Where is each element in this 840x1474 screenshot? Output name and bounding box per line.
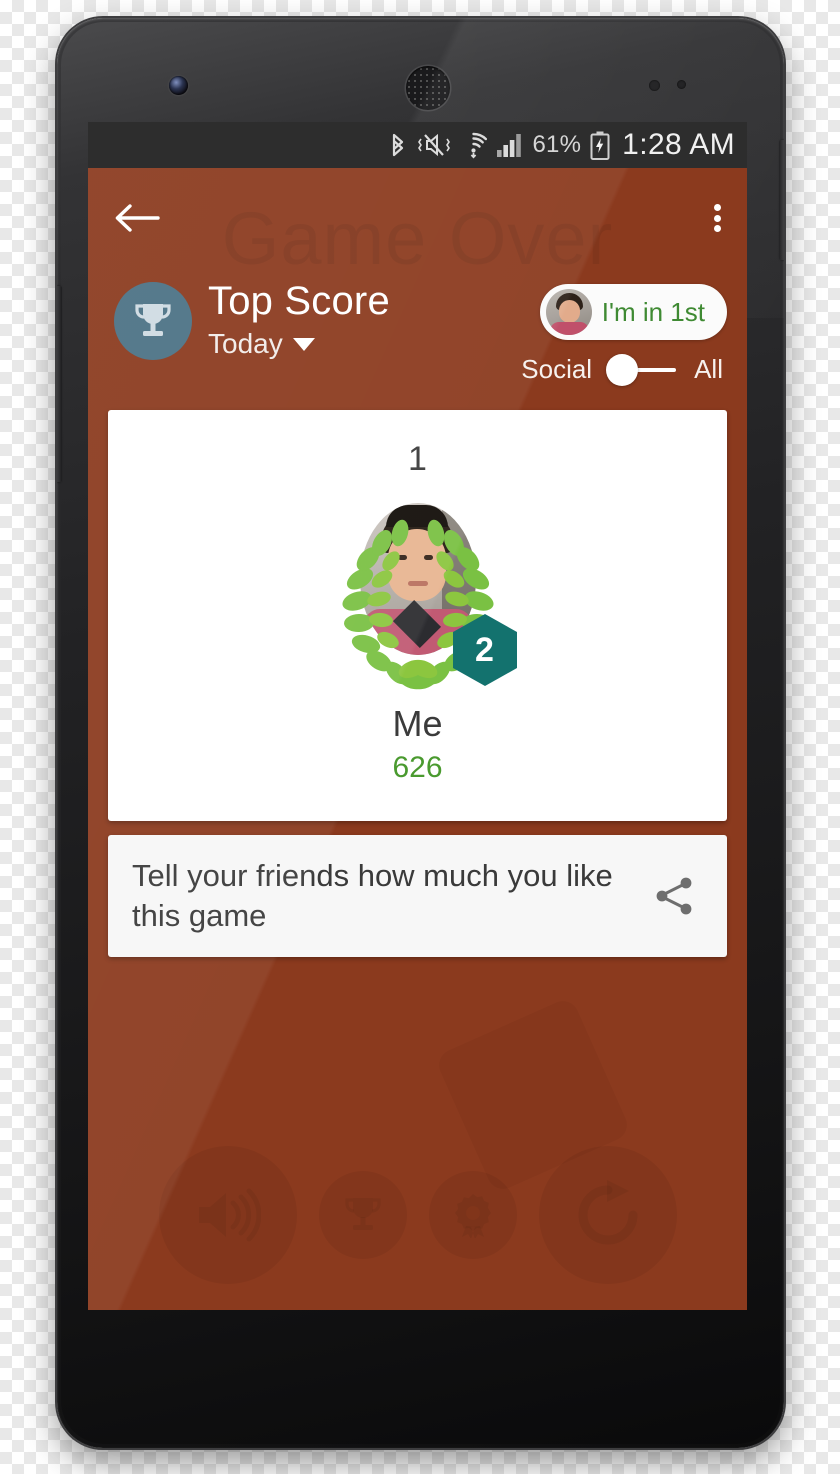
battery-percent-label: 61% xyxy=(532,131,582,158)
phone-device: 61% 1:28 AM Game Over Top Score Today I'… xyxy=(57,18,784,1448)
header-right: I'm in 1st Social All xyxy=(521,278,727,386)
trophy-badge xyxy=(114,282,192,360)
share-card-text: Tell your friends how much you like this… xyxy=(132,857,613,933)
achievements-button[interactable] xyxy=(428,1171,517,1259)
wifi-icon xyxy=(471,132,488,159)
menu-dot xyxy=(714,204,721,211)
replay-button[interactable] xyxy=(538,1146,677,1284)
volume-rocker-button[interactable] xyxy=(57,286,62,482)
scope-toggle-switch[interactable] xyxy=(606,353,680,386)
share-icon[interactable] xyxy=(651,873,697,919)
volume-up-icon xyxy=(198,1188,261,1242)
my-rank-label: I'm in 1st xyxy=(601,296,705,327)
light-sensor-icon xyxy=(677,80,686,89)
leader-avatar-wrap: 2 xyxy=(313,503,523,693)
cellular-signal-icon xyxy=(497,133,522,157)
leaderboard-button[interactable] xyxy=(318,1171,407,1259)
overflow-menu-icon[interactable] xyxy=(714,201,721,236)
level-badge-number: 2 xyxy=(475,630,494,669)
my-rank-pill[interactable]: I'm in 1st xyxy=(539,284,727,340)
power-button[interactable] xyxy=(779,140,784,260)
front-camera-icon xyxy=(169,76,188,95)
earpiece-speaker-icon xyxy=(406,66,450,110)
scope-label-all: All xyxy=(694,354,723,384)
leader-rank: 1 xyxy=(408,440,427,478)
status-bar: 61% 1:28 AM xyxy=(88,122,747,168)
replay-icon xyxy=(578,1180,637,1245)
chevron-down-icon xyxy=(292,337,315,351)
header-titles: Top Score Today xyxy=(208,278,390,360)
status-clock: 1:28 AM xyxy=(622,128,735,161)
medal-icon xyxy=(454,1194,491,1238)
app-content: Game Over Top Score Today I'm in 1st Soc… xyxy=(88,168,747,1310)
trophy-icon xyxy=(135,304,171,336)
page-title: Top Score xyxy=(208,279,390,323)
toolbar xyxy=(88,168,747,268)
level-badge: 2 xyxy=(451,613,519,687)
toggle-knob[interactable] xyxy=(606,353,639,386)
avatar xyxy=(545,289,592,335)
sound-button[interactable] xyxy=(158,1146,297,1284)
menu-dot xyxy=(714,214,721,222)
proximity-sensor-icon xyxy=(649,80,660,91)
scope-label-social: Social xyxy=(521,354,593,384)
menu-dot xyxy=(714,225,721,232)
volume-mute-vibrate-icon xyxy=(418,133,451,157)
battery-charging-icon xyxy=(590,131,610,160)
leaderboard-header: Top Score Today I'm in 1st Social All xyxy=(88,268,747,394)
leader-name: Me xyxy=(392,703,443,744)
leader-card[interactable]: 1 2 Me 626 xyxy=(108,410,727,821)
leader-score: 626 xyxy=(392,751,443,784)
trophy-icon xyxy=(344,1198,381,1230)
bluetooth-icon xyxy=(393,133,404,157)
period-label: Today xyxy=(208,328,283,359)
phone-screen: 61% 1:28 AM Game Over Top Score Today I'… xyxy=(88,122,747,1310)
back-arrow-icon[interactable] xyxy=(114,201,160,235)
share-card[interactable]: Tell your friends how much you like this… xyxy=(108,835,727,957)
period-selector[interactable]: Today xyxy=(208,328,390,360)
scope-toggle-row: Social All xyxy=(521,353,727,386)
game-buttons-row xyxy=(88,1146,747,1284)
